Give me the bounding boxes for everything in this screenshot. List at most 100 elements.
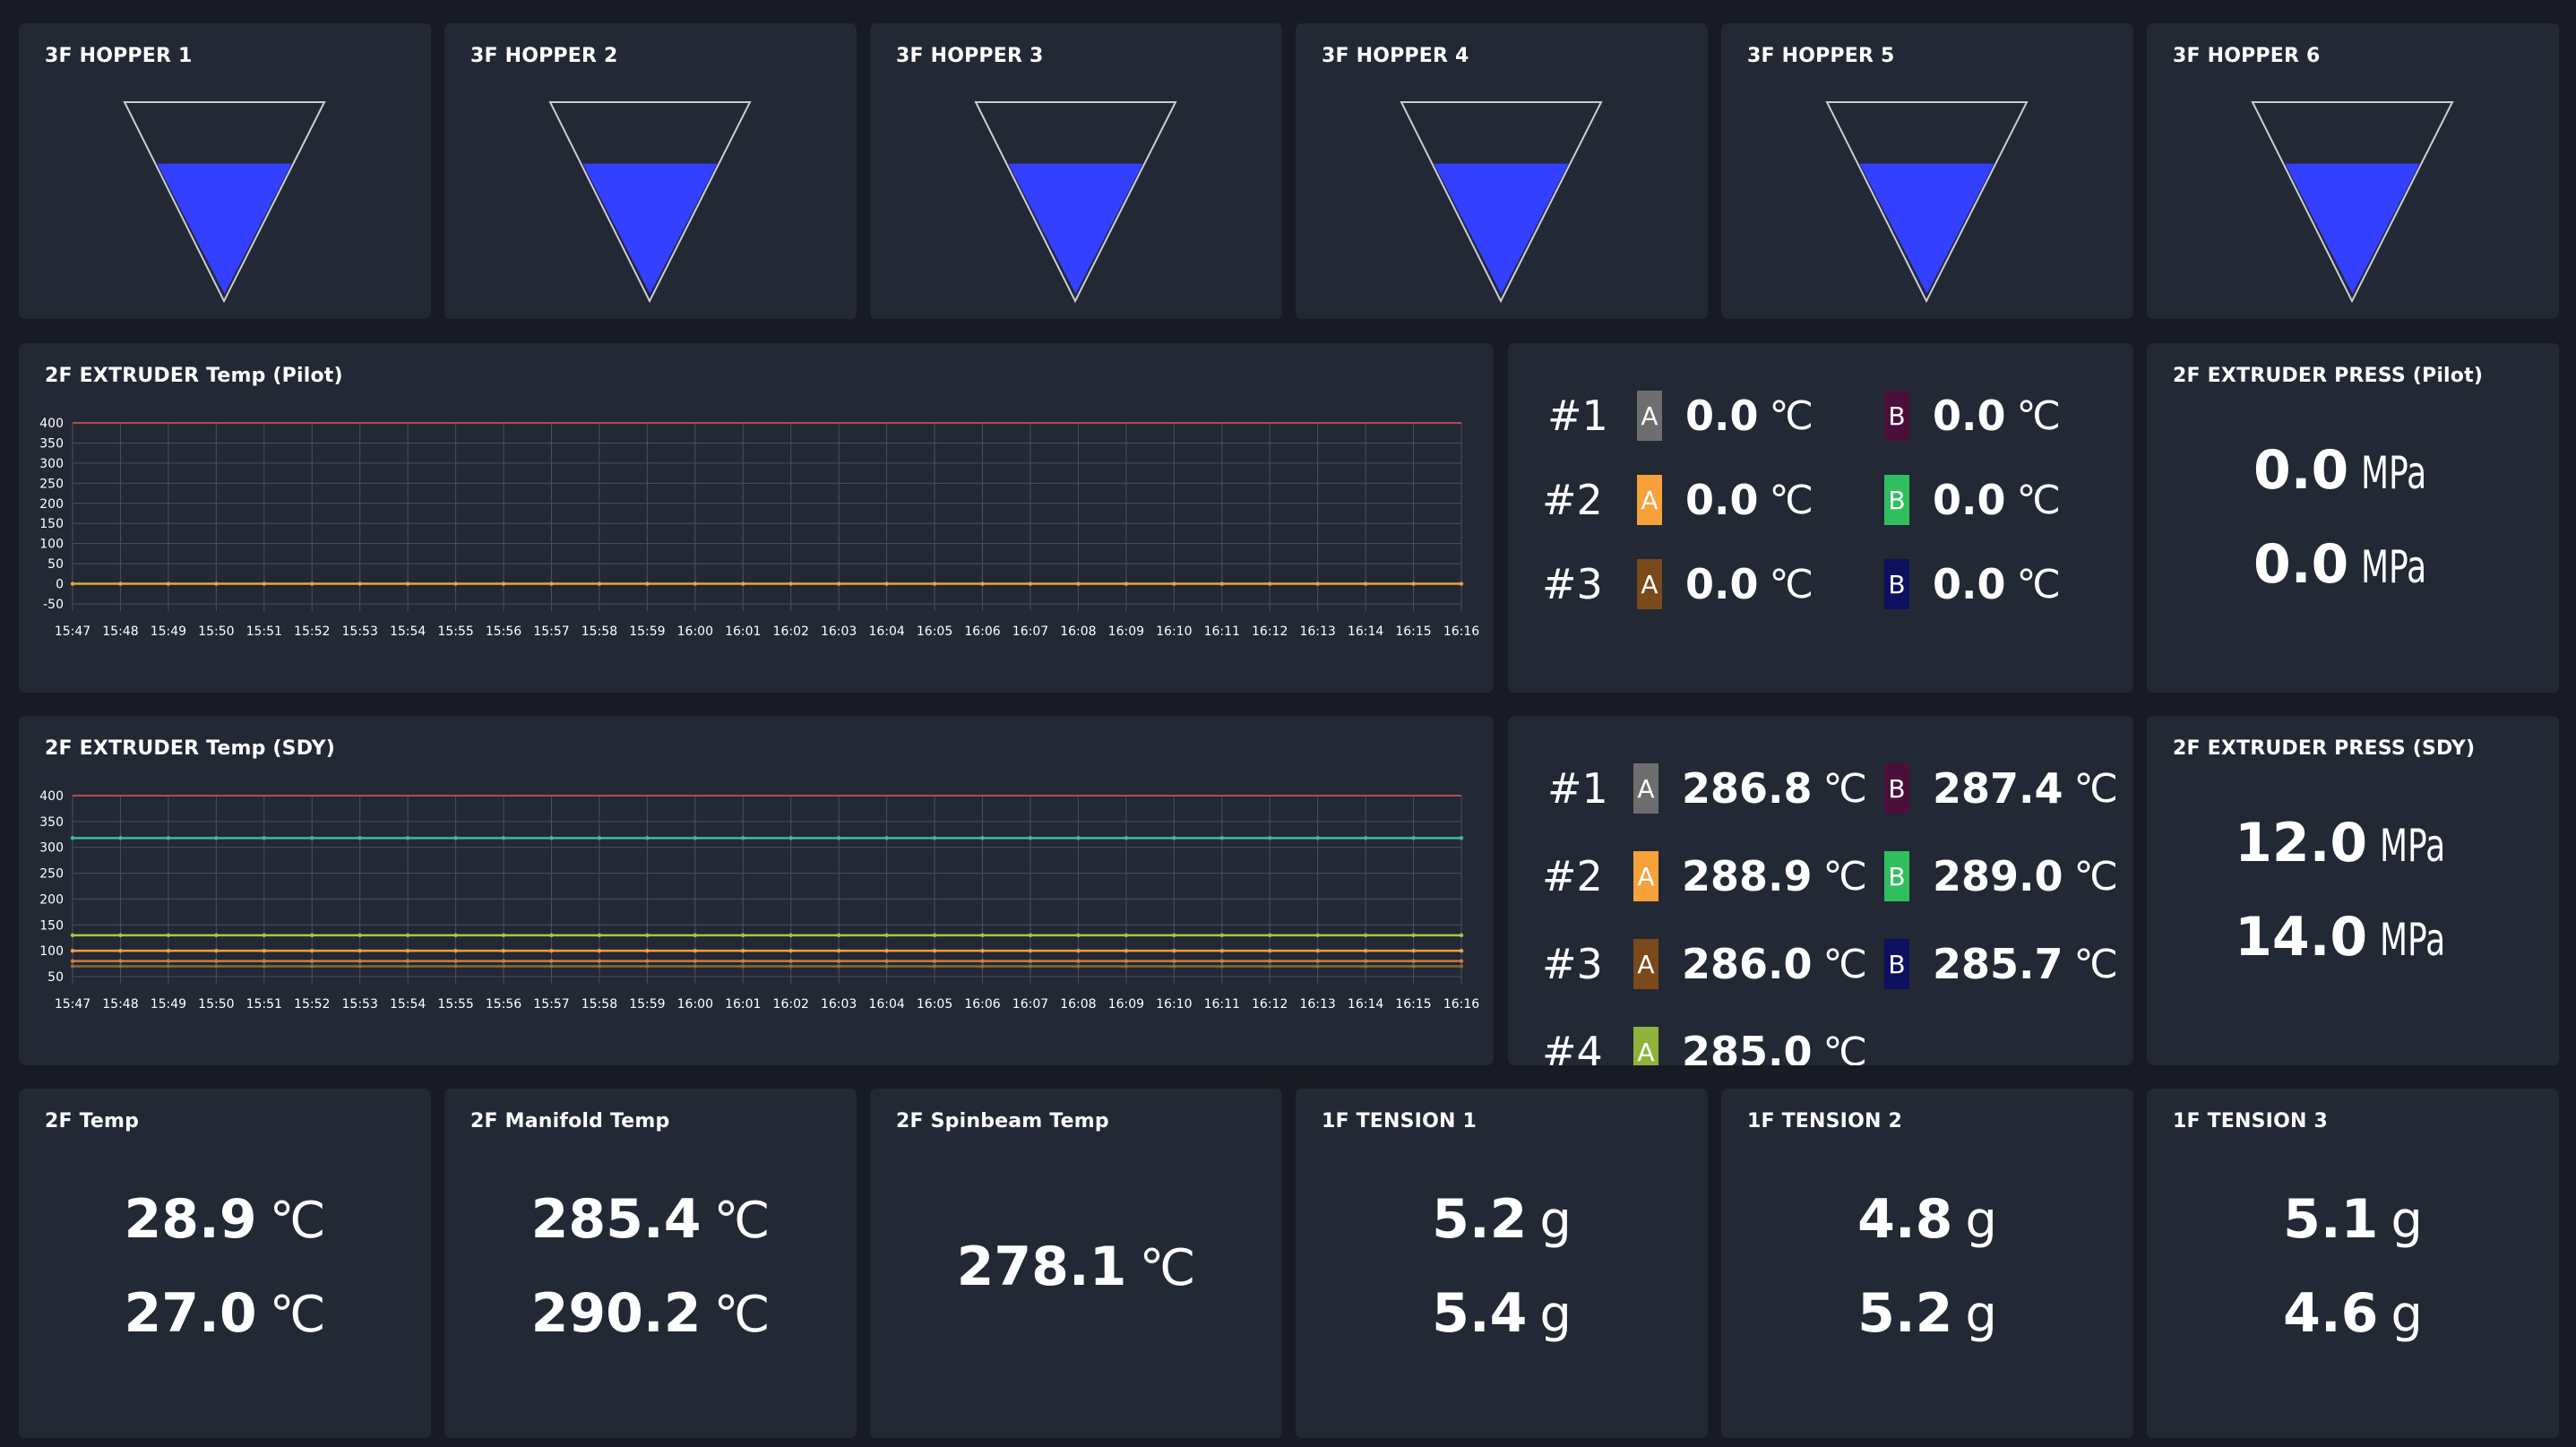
- reading-value: 278.1: [956, 1235, 1127, 1298]
- data-point: [1219, 964, 1224, 969]
- x-tick-label: 16:09: [1108, 624, 1144, 639]
- data-point: [166, 933, 171, 938]
- zone-row: #2: [1542, 845, 1626, 908]
- zone-row: #4: [1542, 1021, 1626, 1065]
- temp-unit: ℃: [2073, 765, 2118, 812]
- data-point: [1219, 948, 1224, 953]
- hopper-graphic: [548, 101, 752, 304]
- temp-unit: ℃: [1822, 765, 1867, 812]
- data-point: [1315, 948, 1320, 953]
- data-point: [501, 948, 506, 953]
- press-unit: MPa: [2361, 447, 2427, 499]
- x-tick-label: 16:13: [1299, 997, 1335, 1012]
- data-point: [405, 836, 410, 840]
- x-tick-label: 15:51: [246, 997, 282, 1012]
- hopper-graphic: [2251, 101, 2454, 304]
- value-readout: 5.1 g 4.6 g: [2147, 1089, 2559, 1438]
- temp-unit: ℃: [2016, 561, 2061, 607]
- zone-badge: A: [1633, 763, 1658, 814]
- reading-value: 4.6: [2283, 1282, 2379, 1345]
- data-point: [980, 581, 985, 586]
- data-point: [980, 959, 985, 963]
- x-tick-label: 16:02: [773, 997, 809, 1012]
- reading-value: 5.1: [2283, 1188, 2379, 1251]
- press-value: 14.0: [2235, 906, 2368, 969]
- zone-label: #1: [1547, 764, 1608, 813]
- x-tick-label: 16:11: [1204, 624, 1240, 639]
- data-point: [788, 959, 793, 963]
- data-point: [645, 959, 650, 963]
- data-point: [645, 836, 650, 840]
- data-point: [932, 964, 937, 969]
- data-point: [645, 933, 650, 938]
- hopper-graphic: [1400, 101, 1603, 304]
- value-readout: 285.4 ℃ 290.2 ℃: [444, 1089, 857, 1438]
- press-readout: 12.0 MPa 14.0 MPa: [2147, 716, 2559, 1065]
- data-point: [405, 948, 410, 953]
- x-tick-label: 15:52: [294, 997, 330, 1012]
- data-point: [262, 959, 266, 963]
- x-tick-label: 15:49: [151, 997, 186, 1012]
- data-point: [1124, 836, 1129, 840]
- data-point: [1268, 959, 1272, 963]
- x-tick-label: 16:12: [1252, 997, 1288, 1012]
- reading-line: 4.6 g: [2283, 1273, 2423, 1367]
- reading-line: 5.4 g: [1432, 1273, 1572, 1367]
- hopper-graphic: [123, 101, 326, 304]
- data-point: [310, 836, 314, 840]
- press-unit: MPa: [2380, 820, 2446, 872]
- data-point: [645, 964, 650, 969]
- x-tick-label: 16:11: [1204, 997, 1240, 1012]
- data-point: [453, 581, 458, 586]
- data-point: [980, 948, 985, 953]
- zone-badge: B: [1884, 475, 1909, 525]
- reading-line: 290.2 ℃: [531, 1273, 771, 1367]
- zone-b-reading: B 0.0 ℃: [1884, 553, 2061, 616]
- zone-a-reading: A 288.9 ℃: [1633, 845, 1867, 908]
- y-tick-label: -50: [43, 598, 64, 612]
- zone-label: #3: [1542, 560, 1603, 608]
- data-point: [1459, 964, 1464, 969]
- reading-unit: g: [1539, 1286, 1572, 1344]
- hopper-panel-1: 3F HOPPER 1: [19, 23, 431, 319]
- data-point: [405, 959, 410, 963]
- data-point: [884, 933, 889, 938]
- data-point: [932, 836, 937, 840]
- y-tick-label: 400: [39, 417, 64, 431]
- zone-label: #4: [1542, 1028, 1603, 1065]
- data-point: [884, 948, 889, 953]
- press-value: 0.0: [2253, 533, 2349, 596]
- x-tick-label: 16:02: [773, 624, 809, 639]
- x-tick-label: 15:53: [342, 624, 378, 639]
- x-tick-label: 16:14: [1348, 997, 1383, 1012]
- press-readout: 0.0 MPa 0.0 MPa: [2147, 343, 2559, 693]
- x-tick-label: 15:57: [533, 624, 569, 639]
- data-point: [262, 836, 266, 840]
- hopper-fill: [157, 163, 292, 294]
- zone-badge: A: [1633, 851, 1658, 901]
- data-point: [1315, 964, 1320, 969]
- hopper-graphic: [1825, 101, 2029, 304]
- data-point: [1459, 948, 1464, 953]
- reading-unit: g: [2391, 1192, 2423, 1250]
- zone-a-reading: A 0.0 ℃: [1637, 553, 1814, 616]
- x-tick-label: 15:47: [55, 997, 90, 1012]
- data-point: [1411, 959, 1416, 963]
- data-point: [501, 581, 506, 586]
- data-point: [1028, 964, 1033, 969]
- data-point: [741, 959, 745, 963]
- hopper-graphic: [974, 101, 1177, 304]
- data-point: [1172, 959, 1176, 963]
- zone-value: 285.7: [1933, 940, 2063, 988]
- data-point: [405, 933, 410, 938]
- data-point: [118, 933, 123, 938]
- zone-a-reading: A 286.8 ℃: [1633, 757, 1867, 820]
- pilot-temp-chart-panel: 2F EXTRUDER Temp (Pilot) 400 350 300 250 200…: [19, 343, 1494, 693]
- data-point: [214, 836, 219, 840]
- data-point: [1268, 964, 1272, 969]
- data-point: [118, 581, 123, 586]
- zone-value: 0.0: [1685, 392, 1759, 440]
- zone-badge: B: [1884, 559, 1909, 609]
- data-point: [836, 948, 841, 953]
- temp-unit: ℃: [2073, 853, 2118, 900]
